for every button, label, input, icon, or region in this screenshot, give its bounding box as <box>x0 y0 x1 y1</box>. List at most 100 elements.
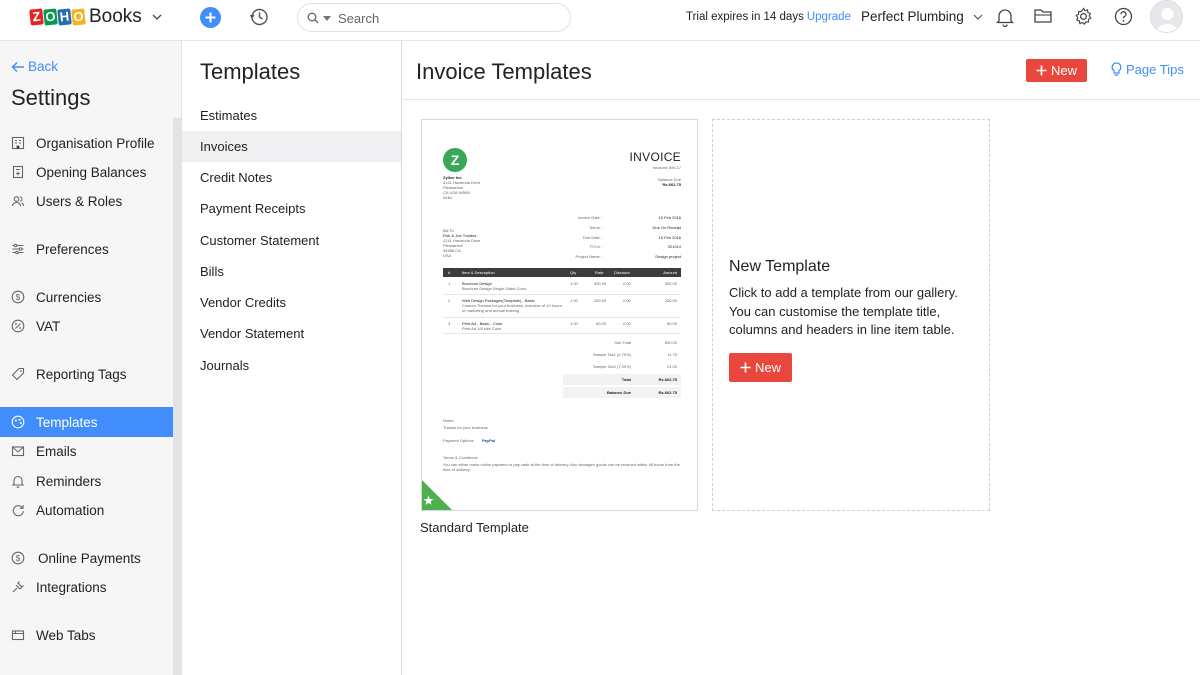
templates-menu-item-invoices[interactable]: Invoices <box>182 131 401 162</box>
search-input[interactable] <box>338 9 558 27</box>
items-col-header: Rate <box>595 270 604 275</box>
svg-text:$: $ <box>16 293 21 302</box>
item-amount: 300.00 <box>664 281 677 286</box>
templates-menu-item-journals[interactable]: Journals <box>182 350 401 381</box>
chevron-down-icon[interactable] <box>152 12 162 22</box>
brand-logo[interactable]: Z O H O Books <box>29 6 162 28</box>
integrations-icon <box>11 580 25 594</box>
sidebar-item-label: Integrations <box>36 579 107 595</box>
bell-icon <box>11 474 25 488</box>
balances-icon <box>11 165 25 179</box>
sidebar-scrollbar[interactable] <box>173 118 181 675</box>
organisation-icon <box>11 136 25 150</box>
templates-menu-item-credit-notes[interactable]: Credit Notes <box>182 162 401 193</box>
sidebar-item-label: Currencies <box>36 289 102 305</box>
item-number: 1 <box>448 281 451 286</box>
company-logo: Z <box>443 148 467 172</box>
notes-label: Notes <box>443 418 454 423</box>
sidebar-item-templates[interactable]: Templates <box>0 407 174 437</box>
org-switcher[interactable]: Perfect Plumbing <box>861 9 983 24</box>
search-icon <box>307 12 319 24</box>
total-value: Rs.662.75 <box>658 377 677 382</box>
trial-notice: Trial expires in 14 days Upgrade <box>686 11 851 23</box>
meta-value: Due On Receipt <box>652 225 681 230</box>
sidebar-item-vat[interactable]: VAT <box>0 311 174 341</box>
page-tips-link[interactable]: Page Tips <box>1111 62 1184 77</box>
meta-value: Design project <box>655 254 681 259</box>
gear-icon[interactable] <box>1074 7 1093 31</box>
row-divider <box>443 294 681 295</box>
new-button-label: New <box>754 360 781 375</box>
item-qty: 1.00 <box>570 281 578 286</box>
new-button-label: New <box>1050 63 1077 78</box>
templates-menu-title: Templates <box>200 59 301 84</box>
search-filter-caret-icon[interactable] <box>323 16 331 21</box>
meta-label: Project Name : <box>575 254 602 259</box>
upgrade-link[interactable]: Upgrade <box>807 11 851 23</box>
sidebar-item-label: Organisation Profile <box>36 135 155 151</box>
item-amount: 80.00 <box>666 321 677 326</box>
meta-label: Terms : <box>588 225 602 230</box>
new-template-description: Click to add a template from our gallery… <box>729 285 958 337</box>
templates-icon <box>11 415 25 429</box>
folder-icon[interactable] <box>1034 8 1053 29</box>
page-tips-label: Page Tips <box>1126 62 1184 77</box>
meta-value: 321014 <box>667 244 681 249</box>
history-icon[interactable] <box>249 7 269 32</box>
sidebar-item-online-payments[interactable]: $ Online Payments <box>0 543 174 573</box>
email-icon <box>11 444 25 458</box>
sidebar-item-emails[interactable]: Emails <box>0 436 174 466</box>
bill-to-line: USA <box>443 253 452 258</box>
avatar[interactable] <box>1150 0 1183 33</box>
add-icon[interactable] <box>200 7 221 28</box>
new-template-card[interactable]: New Template Click to add a template fro… <box>712 119 990 511</box>
payment-options-label: Payment Options <box>443 438 474 443</box>
settings-sidebar: Back Settings Organisation Profile Openi… <box>0 41 182 675</box>
sidebar-item-preferences[interactable]: Preferences <box>0 234 174 264</box>
back-label: Back <box>28 59 59 74</box>
new-template-card-button[interactable]: New <box>729 353 792 382</box>
templates-menu-item-estimates[interactable]: Estimates <box>182 100 401 131</box>
templates-menu-item-customer-statement[interactable]: Customer Statement <box>182 225 401 256</box>
sidebar-item-users-roles[interactable]: Users & Roles <box>0 186 174 216</box>
sidebar-item-currencies[interactable]: $ Currencies <box>0 282 174 312</box>
plus-icon <box>740 362 751 373</box>
item-rate: 80.00 <box>596 321 607 326</box>
currency-icon: $ <box>11 290 25 304</box>
bell-icon[interactable] <box>995 7 1015 32</box>
templates-menu-item-vendor-credits[interactable]: Vendor Credits <box>182 287 401 318</box>
meta-value: 15 Feb 2016 <box>658 235 681 240</box>
templates-menu-item-bills[interactable]: Bills <box>182 256 401 287</box>
main-content: Invoice Templates New Page Tips Z INVOIC… <box>403 41 1200 675</box>
sidebar-item-integrations[interactable]: Integrations <box>0 572 174 602</box>
sidebar-item-organisation-profile[interactable]: Organisation Profile <box>0 128 174 158</box>
back-link[interactable]: Back <box>11 59 58 74</box>
new-template-button[interactable]: New <box>1026 59 1087 82</box>
invoice-number: Invoice# INV-17 <box>652 165 681 170</box>
help-icon[interactable] <box>1114 7 1133 31</box>
search-box[interactable] <box>297 3 571 32</box>
sidebar-item-reporting-tags[interactable]: Reporting Tags <box>0 359 174 389</box>
notes-text: Thanks for your business. <box>443 425 489 430</box>
total-label: Sub Total <box>614 340 631 345</box>
row-divider <box>443 333 681 334</box>
total-label: Balance Due <box>606 390 631 395</box>
new-template-title: New Template <box>729 258 831 275</box>
templates-menu-item-vendor-statement[interactable]: Vendor Statement <box>182 318 401 349</box>
sidebar-item-opening-balances[interactable]: Opening Balances <box>0 157 174 187</box>
item-rate: 250.00 <box>594 298 607 303</box>
meta-label: P.O.# : <box>590 244 602 249</box>
sidebar-item-reminders[interactable]: Reminders <box>0 466 174 496</box>
company-line: India <box>443 195 452 200</box>
templates-menu-item-payment-receipts[interactable]: Payment Receipts <box>182 193 401 224</box>
standard-template-card[interactable]: Z INVOICE Invoice# INV-17 Balance Due Rs… <box>421 119 698 511</box>
item-qty: 1.00 <box>570 321 578 326</box>
sidebar-item-automation[interactable]: Automation <box>0 495 174 525</box>
item-rate: 300.00 <box>594 281 607 286</box>
main-header: Invoice Templates New Page Tips <box>403 41 1200 100</box>
total-value: 630.00 <box>664 340 677 345</box>
sidebar-item-web-tabs[interactable]: Web Tabs <box>0 620 174 650</box>
item-discount: 0.00 <box>623 298 631 303</box>
terms-text: You can either make online payment or pa… <box>443 462 680 472</box>
terms-label: Terms & Conditions <box>443 455 478 460</box>
